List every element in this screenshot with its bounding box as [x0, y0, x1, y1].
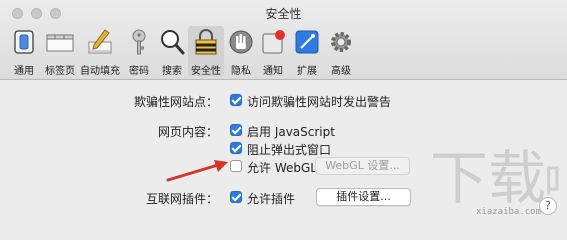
- extensions-puzzle-icon: [295, 30, 319, 54]
- block-popups-option[interactable]: 阻止弹出式窗口: [247, 141, 331, 158]
- advanced-gear-icon: [331, 32, 351, 52]
- preferences-toolbar: 安全性 通用 标签页 自动填充 密码 搜索 安全性 隐私 通知 扩展 高级: [0, 0, 567, 80]
- plugin-settings-button[interactable]: 插件设置...: [316, 188, 411, 206]
- tab-privacy-label: 隐私: [231, 66, 251, 77]
- tab-autofill-label: 自动填充: [80, 66, 120, 77]
- plugins-label: 互联网插件：: [145, 192, 218, 206]
- help-button[interactable]: ?: [539, 197, 557, 215]
- tab-privacy[interactable]: 隐私: [226, 26, 256, 77]
- fraud-label: 欺骗性网站点：: [133, 95, 218, 109]
- privacy-hand-icon: [229, 30, 253, 54]
- tab-passwords-label: 密码: [129, 66, 149, 77]
- tab-security[interactable]: 安全性: [188, 26, 224, 77]
- fraud-warning-option[interactable]: 访问欺骗性网站时发出警告: [247, 93, 391, 110]
- window-title: 安全性: [265, 7, 302, 21]
- tab-extensions[interactable]: 扩展: [292, 26, 322, 77]
- fraud-warning-checkbox[interactable]: [230, 94, 242, 106]
- notification-badge-icon: [262, 30, 285, 54]
- tab-advanced-label: 高级: [331, 66, 351, 77]
- tabs-icon: [46, 34, 74, 52]
- tab-search-label: 搜索: [162, 66, 182, 77]
- allow-plugins-option[interactable]: 允许插件: [247, 190, 295, 207]
- key-icon: [132, 29, 146, 55]
- block-popups-checkbox[interactable]: [230, 142, 242, 154]
- tab-notifications[interactable]: 通知: [258, 26, 288, 77]
- tab-autofill[interactable]: 自动填充: [80, 26, 120, 77]
- javascript-option[interactable]: 启用 JavaScript: [247, 123, 335, 140]
- webgl-option[interactable]: 允许 WebGL: [247, 159, 317, 176]
- autofill-pencil-icon: [88, 29, 112, 54]
- tab-security-label: 安全性: [191, 66, 221, 77]
- tab-search[interactable]: 搜索: [156, 26, 188, 77]
- webgl-checkbox[interactable]: [230, 160, 242, 172]
- javascript-checkbox[interactable]: [230, 124, 242, 136]
- watermark-url: xiazaiba.com: [476, 207, 542, 217]
- webgl-settings-button[interactable]: WebGL 设置...: [315, 157, 410, 175]
- search-magnifier-icon: [161, 30, 185, 55]
- svg-text:下载: 下载: [430, 144, 546, 212]
- security-lock-icon: [195, 29, 217, 55]
- web-content-label: 网页内容：: [157, 125, 218, 139]
- general-switch-icon: [14, 30, 34, 54]
- tab-extensions-label: 扩展: [297, 66, 317, 77]
- tab-notifications-label: 通知: [263, 66, 283, 77]
- tab-tabs-label: 标签页: [45, 66, 75, 77]
- tab-tabs[interactable]: 标签页: [42, 26, 78, 77]
- tab-passwords[interactable]: 密码: [124, 26, 154, 77]
- annotation-arrow-icon: [166, 160, 228, 182]
- tab-general-label: 通用: [14, 66, 34, 77]
- tab-general[interactable]: 通用: [8, 26, 40, 77]
- tab-advanced[interactable]: 高级: [326, 26, 356, 77]
- allow-plugins-checkbox[interactable]: [230, 191, 242, 203]
